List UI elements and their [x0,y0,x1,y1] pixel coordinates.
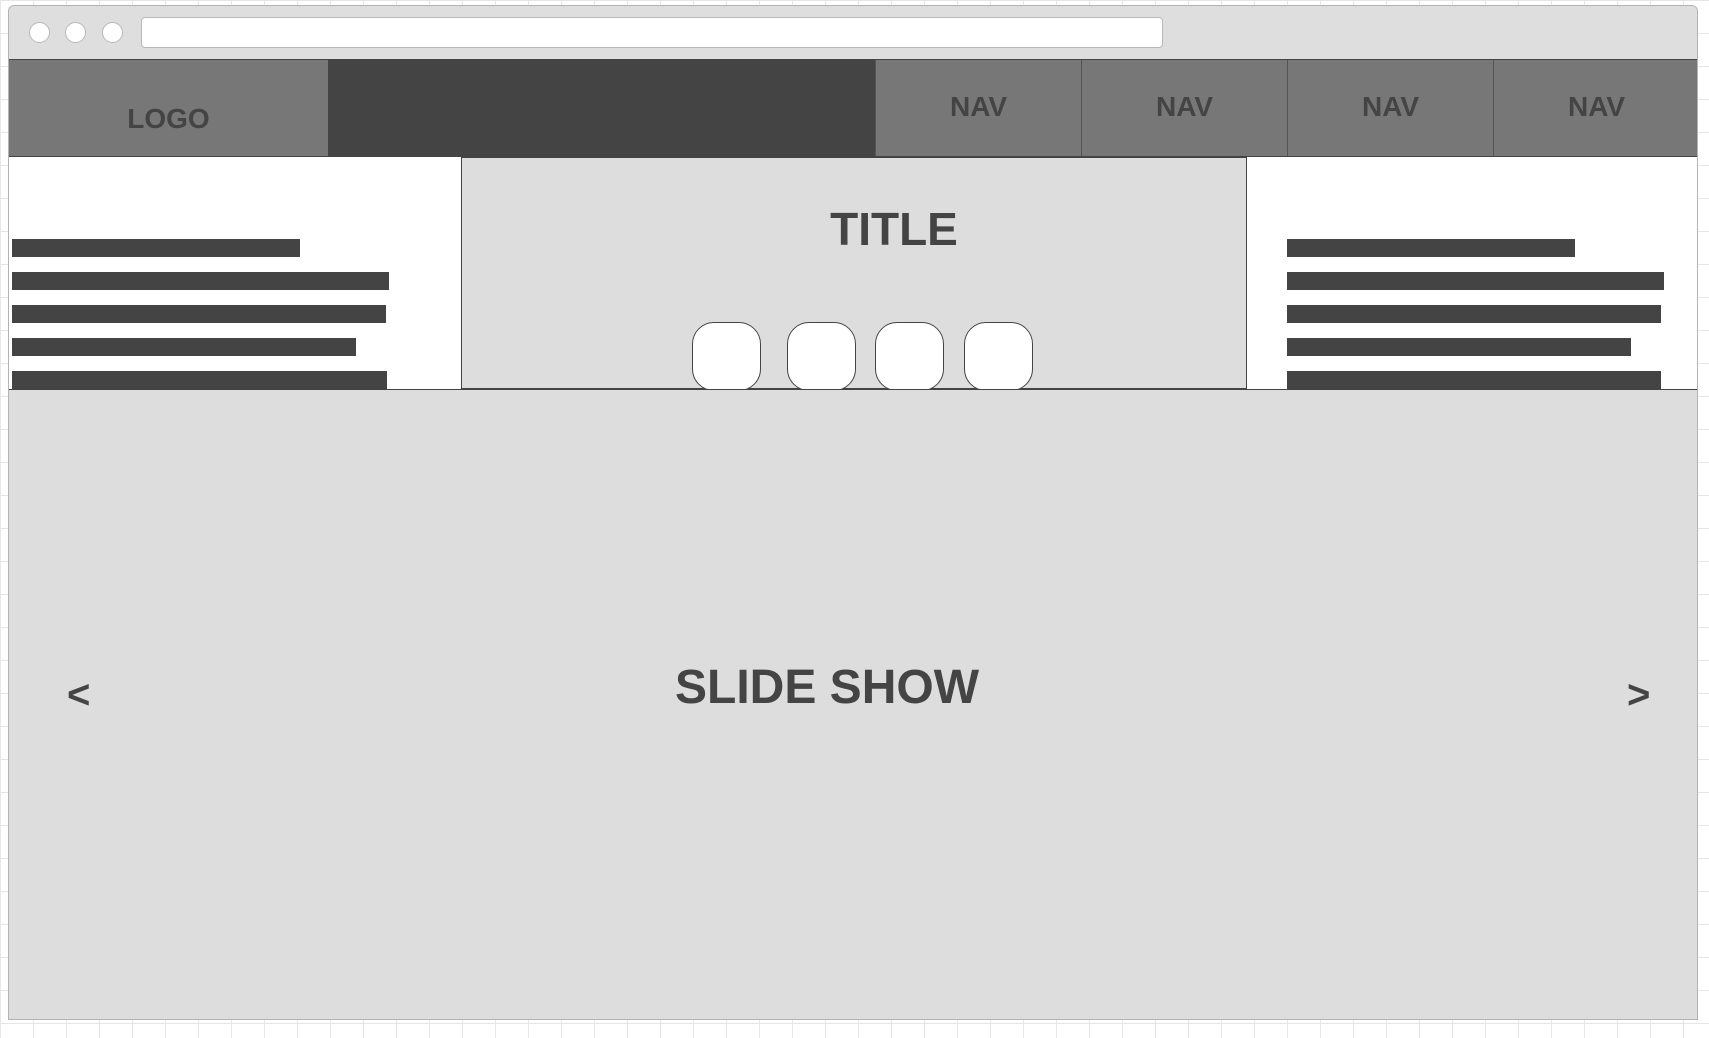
hero-dot-2[interactable] [787,322,856,391]
text-line-placeholder [1287,338,1631,356]
text-line-placeholder [12,239,300,257]
header-banner-placeholder [328,60,875,156]
text-line-placeholder [12,371,387,389]
hero-dot-3[interactable] [875,322,944,391]
slideshow-next-button[interactable]: > [1627,673,1650,718]
browser-titlebar [9,6,1697,59]
text-line-placeholder [1287,305,1661,323]
left-text-block [9,157,461,389]
nav-item-2[interactable]: NAV [1081,60,1287,156]
maximize-window-button[interactable] [102,22,123,43]
text-line-placeholder [1287,272,1664,290]
text-line-placeholder [12,305,386,323]
browser-window: LOGO NAV NAV NAV NAV TITLE < SLIDE SHOW … [8,5,1698,1020]
nav-item-3[interactable]: NAV [1287,60,1493,156]
text-line-placeholder [12,338,356,356]
close-window-button[interactable] [29,22,50,43]
slideshow: < SLIDE SHOW > [9,389,1697,1019]
right-text-block [1247,157,1697,389]
logo[interactable]: LOGO [9,60,328,156]
hero-panel: TITLE [461,157,1247,391]
page-title: TITLE [830,203,958,255]
address-bar[interactable] [141,17,1163,48]
slideshow-label: SLIDE SHOW [674,661,979,714]
text-line-placeholder [12,272,389,290]
site-header: LOGO NAV NAV NAV NAV [9,59,1697,157]
text-line-placeholder [1287,239,1575,257]
hero-dot-1[interactable] [692,322,761,391]
nav-item-1[interactable]: NAV [875,60,1081,156]
text-line-placeholder [1287,371,1661,389]
nav-item-4[interactable]: NAV [1493,60,1697,156]
hero-dot-4[interactable] [964,322,1033,391]
minimize-window-button[interactable] [65,22,86,43]
